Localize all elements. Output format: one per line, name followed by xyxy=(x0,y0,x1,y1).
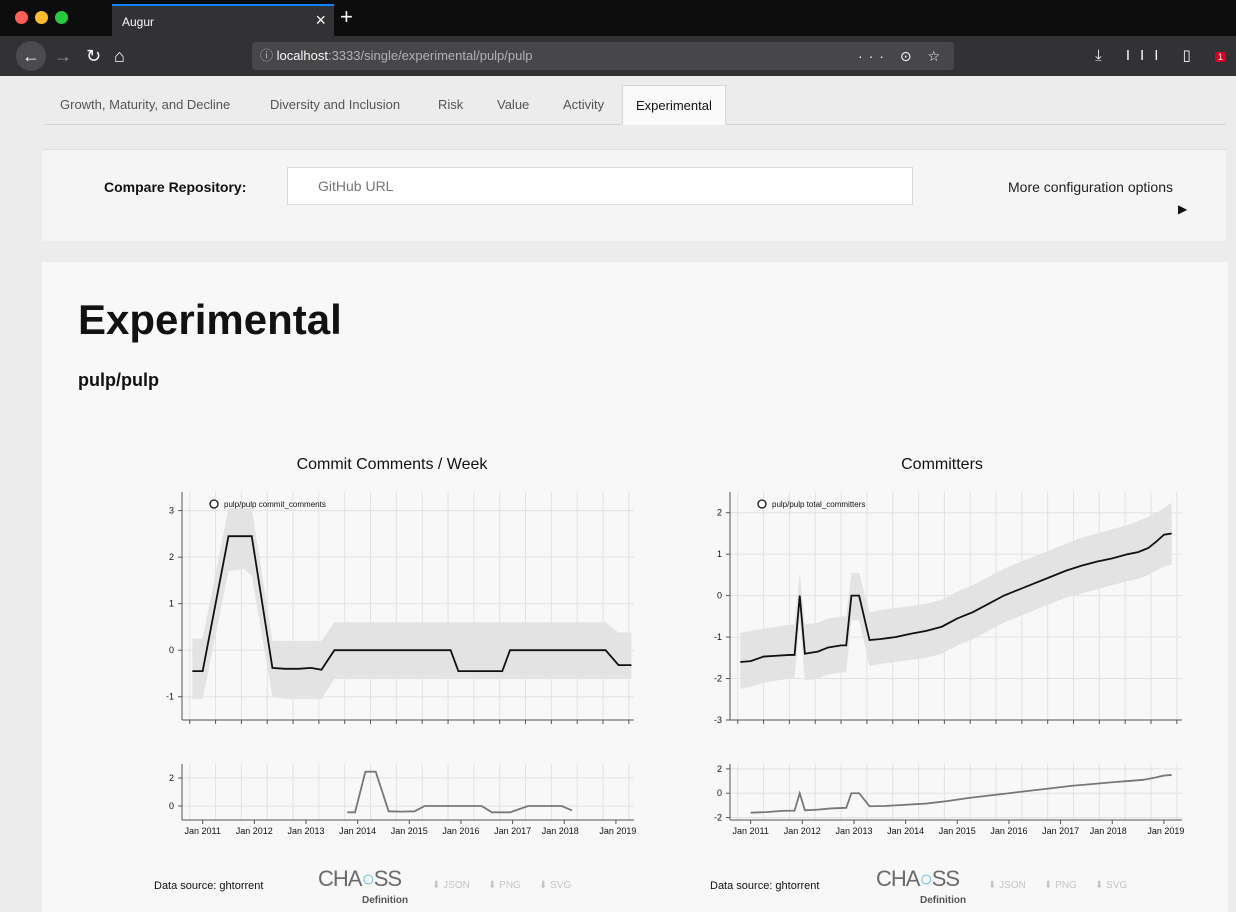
toolbar-icons[interactable]: ⤓ III ▯ 1 xyxy=(1095,46,1226,64)
legend-label: pulp/pulp total_committers xyxy=(772,500,865,509)
download-png-button[interactable]: ⬇ PNG xyxy=(488,880,521,891)
maximize-window-button[interactable] xyxy=(55,11,68,24)
chart-title-committers: Committers xyxy=(901,456,983,473)
tab-activity[interactable]: Activity xyxy=(563,85,604,125)
extension-badge-icon[interactable]: 1 xyxy=(1214,52,1226,62)
legend-marker-icon xyxy=(757,499,767,509)
address-bar[interactable]: ⓘ localhost:3333/single/experimental/pul… xyxy=(252,42,954,70)
chaoss-logo[interactable]: CHA○SS Definition xyxy=(318,866,408,907)
y-tick-label: -1 xyxy=(714,632,722,642)
tab-value[interactable]: Value xyxy=(497,85,529,125)
x-tick-label: Jan 2019 xyxy=(599,826,636,836)
y-tick-label: 2 xyxy=(717,508,722,518)
back-button[interactable]: ← xyxy=(16,41,46,71)
tab-risk[interactable]: Risk xyxy=(438,85,463,125)
y-tick-label: 3 xyxy=(169,506,174,516)
compare-label: Compare Repository: xyxy=(104,179,247,195)
site-info-icon[interactable]: ⓘ xyxy=(260,48,273,63)
y-tick-label: 0 xyxy=(169,645,174,655)
y-tick-label: -1 xyxy=(166,692,174,702)
y-tick-label: -2 xyxy=(714,674,722,684)
repo-name: pulp/pulp xyxy=(78,370,159,390)
legend-marker-icon xyxy=(209,499,219,509)
chaoss-text: CHA xyxy=(318,866,362,891)
data-source-label: Data source: ghtorrent xyxy=(154,880,264,892)
page-title: Experimental xyxy=(78,296,342,343)
more-config-options[interactable]: More configuration options xyxy=(1008,179,1173,195)
commit-comments-chart[interactable]: -1 0 1 2 3 pulp/pulp commit_comments 0 2 Jan 201… xyxy=(124,482,644,840)
metric-tabs: Growth, Maturity, and Decline Diversity … xyxy=(44,85,1226,125)
chaoss-definition: Definition xyxy=(362,895,409,906)
y-tick-label: -3 xyxy=(714,715,722,725)
browser-tab-bar: Augur × + xyxy=(0,0,1236,36)
x-tick-label: Jan 2014 xyxy=(339,826,376,836)
overview-y-tick-label: -2 xyxy=(714,813,722,823)
chart-title-commit-comments: Commit Comments / Week xyxy=(296,456,488,473)
download-json-button[interactable]: ⬇ JSON xyxy=(432,880,470,891)
download-json-button-2[interactable]: ⬇ JSON xyxy=(988,880,1026,891)
x-tick-label: Jan 2014 xyxy=(887,826,924,836)
x-tick-label: Jan 2012 xyxy=(784,826,821,836)
tab-diversity[interactable]: Diversity and Inclusion xyxy=(270,85,400,125)
library-icon[interactable]: ⤓ III ▯ xyxy=(1095,47,1201,64)
expand-arrow-icon[interactable]: ▶ xyxy=(1178,202,1187,216)
legend-label: pulp/pulp commit_comments xyxy=(224,500,326,509)
x-tick-label: Jan 2018 xyxy=(542,826,579,836)
page: Growth, Maturity, and Decline Diversity … xyxy=(0,76,1236,912)
close-tab-icon[interactable]: × xyxy=(315,10,326,31)
chaoss-text-end: SS xyxy=(931,866,960,891)
data-source-label-2: Data source: ghtorrent xyxy=(710,880,820,892)
x-tick-label: Jan 2012 xyxy=(236,826,273,836)
new-tab-button[interactable]: + xyxy=(340,4,353,30)
x-tick-label: Jan 2017 xyxy=(494,826,531,836)
x-tick-label: Jan 2019 xyxy=(1147,826,1184,836)
home-button[interactable]: ⌂ xyxy=(114,44,125,68)
chaoss-o-icon: ○ xyxy=(361,866,374,891)
experimental-card: Experimental pulp/pulp Commit Comments /… xyxy=(42,262,1228,912)
forward-button[interactable]: → xyxy=(54,44,72,68)
url-host: localhost xyxy=(276,48,328,63)
overview-y-tick-label: 2 xyxy=(717,764,722,774)
github-url-input[interactable] xyxy=(287,167,913,205)
x-tick-label: Jan 2015 xyxy=(939,826,976,836)
x-tick-label: Jan 2016 xyxy=(990,826,1027,836)
minimize-window-button[interactable] xyxy=(35,11,48,24)
tab-experimental[interactable]: Experimental xyxy=(622,85,726,125)
overview-line xyxy=(750,774,1172,814)
x-tick-label: Jan 2013 xyxy=(835,826,872,836)
chaoss-definition: Definition xyxy=(920,895,967,906)
x-tick-label: Jan 2017 xyxy=(1042,826,1079,836)
browser-tab-title: Augur xyxy=(122,15,155,29)
overview-y-tick-label: 0 xyxy=(717,788,722,798)
chaoss-logo-2[interactable]: CHA○SS Definition xyxy=(876,866,966,907)
url-path: :3333/single/experimental/pulp/pulp xyxy=(327,48,533,63)
y-tick-label: 1 xyxy=(169,599,174,609)
chaoss-text-end: SS xyxy=(373,866,402,891)
y-tick-label: 0 xyxy=(717,591,722,601)
download-png-button-2[interactable]: ⬇ PNG xyxy=(1044,880,1077,891)
close-window-button[interactable] xyxy=(15,11,28,24)
committers-chart[interactable]: -3 -2 -1 0 1 2 pulp/pulp total_committers -2 0 2 J… xyxy=(672,482,1192,840)
y-tick-label: 2 xyxy=(169,552,174,562)
page-actions-icon[interactable]: ··· ⊙ ☆ xyxy=(858,42,946,70)
x-tick-label: Jan 2016 xyxy=(442,826,479,836)
browser-nav-bar: ← → ↻ ⌂ ⓘ localhost:3333/single/experime… xyxy=(0,36,1236,76)
browser-tab[interactable]: Augur × xyxy=(112,4,334,36)
chaoss-text: CHA xyxy=(876,866,920,891)
download-svg-button[interactable]: ⬇ SVG xyxy=(539,880,571,891)
overview-y-tick-label: 0 xyxy=(169,801,174,811)
y-tick-label: 1 xyxy=(717,549,722,559)
chaoss-o-icon: ○ xyxy=(919,866,932,891)
compare-panel: Compare Repository: More configuration o… xyxy=(42,149,1226,241)
x-tick-label: Jan 2011 xyxy=(184,826,220,836)
download-svg-button-2[interactable]: ⬇ SVG xyxy=(1095,880,1127,891)
tab-growth[interactable]: Growth, Maturity, and Decline xyxy=(60,85,230,125)
x-tick-label: Jan 2013 xyxy=(287,826,324,836)
overview-y-tick-label: 2 xyxy=(169,773,174,783)
x-tick-label: Jan 2018 xyxy=(1090,826,1127,836)
reload-button[interactable]: ↻ xyxy=(86,44,101,68)
x-tick-label: Jan 2015 xyxy=(391,826,428,836)
x-tick-label: Jan 2011 xyxy=(732,826,768,836)
